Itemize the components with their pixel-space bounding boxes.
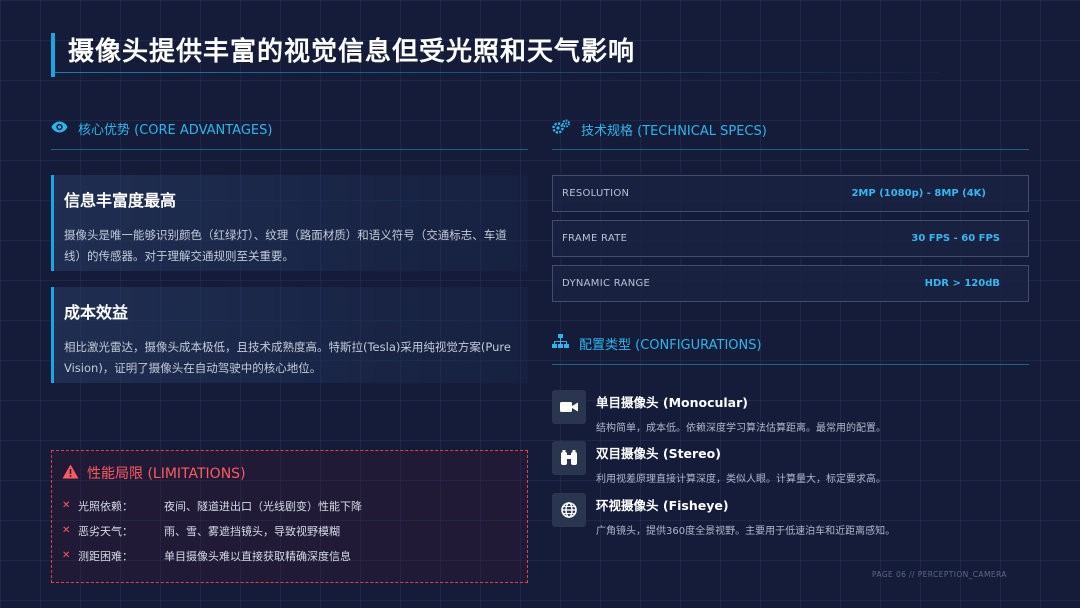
config-title: 环视摄像头 (Fisheye) <box>596 498 729 513</box>
limitations-box: 性能局限 (LIMITATIONS) ✕ 光照依赖： 夜间、隧道进出口（光线剧变… <box>51 450 528 583</box>
spec-value: HDR > 120dB <box>924 278 1000 289</box>
sitemap-icon <box>552 334 569 353</box>
title-divider <box>51 72 941 73</box>
configurations-heading: 配置类型 (CONFIGURATIONS) <box>579 338 762 353</box>
advantages-divider <box>51 149 528 150</box>
page-footer: PAGE 06 // PERCEPTION_CAMERA <box>872 570 1007 579</box>
limitation-item: ✕ 测距困难： 单目摄像头难以直接获取精确深度信息 <box>62 543 517 568</box>
binoculars-icon <box>552 441 586 475</box>
advantage-card-title: 成本效益 <box>64 303 129 322</box>
limitation-item: ✕ 光照依赖： 夜间、隧道进出口（光线剧变）性能下降 <box>62 493 517 518</box>
spec-value: 2MP (1080p) - 8MP (4K) <box>851 188 986 199</box>
gears-icon <box>552 119 571 139</box>
advantage-card-title: 信息丰富度最高 <box>64 191 177 210</box>
limitations-header: 性能局限 (LIMITATIONS) <box>62 463 517 483</box>
spec-label: RESOLUTION <box>562 188 630 199</box>
specs-divider <box>552 149 1029 150</box>
limitations-heading: 性能局限 (LIMITATIONS) <box>87 466 246 482</box>
title-accent-bar <box>51 33 55 77</box>
specs-header: 技术规格 (TECHNICAL SPECS) <box>552 119 767 139</box>
advantages-heading: 核心优势 (CORE ADVANTAGES) <box>78 123 273 138</box>
limitation-label: 恶劣天气： <box>78 524 133 538</box>
warning-icon <box>62 464 79 483</box>
spec-row-frame-rate: FRAME RATE 30 FPS - 60 FPS <box>552 220 1029 257</box>
advantages-header: 核心优势 (CORE ADVANTAGES) <box>51 119 272 138</box>
limitation-value: 雨、雪、雾遮挡镜头，导致视野模糊 <box>164 524 340 538</box>
spec-row-dynamic-range: DYNAMIC RANGE HDR > 120dB <box>552 265 1029 302</box>
eye-icon <box>51 121 68 137</box>
config-desc: 利用视差原理直接计算深度，类似人眼。计算量大，标定要求高。 <box>596 474 886 485</box>
spec-row-resolution: RESOLUTION 2MP (1080p) - 8MP (4K) <box>552 175 1029 212</box>
page-title: 摄像头提供丰富的视觉信息但受光照和天气影响 <box>68 37 636 67</box>
globe-icon <box>552 493 586 527</box>
config-title: 双目摄像头 (Stereo) <box>596 446 721 461</box>
video-camera-icon <box>552 390 586 424</box>
cross-icon: ✕ <box>62 525 71 536</box>
config-desc: 广角镜头，提供360度全景视野。主要用于低速泊车和近距离感知。 <box>596 526 896 537</box>
configurations-divider <box>552 364 1029 365</box>
configurations-header: 配置类型 (CONFIGURATIONS) <box>552 334 762 353</box>
advantage-card-text: 相比激光雷达，摄像头成本极低，且技术成熟度高。特斯拉(Tesla)采用纯视觉方案… <box>64 340 511 375</box>
spec-label: FRAME RATE <box>562 233 628 244</box>
spec-label: DYNAMIC RANGE <box>562 278 651 289</box>
limitation-item: ✕ 恶劣天气： 雨、雪、雾遮挡镜头，导致视野模糊 <box>62 518 517 543</box>
limitation-value: 单目摄像头难以直接获取精确深度信息 <box>164 549 351 563</box>
specs-heading: 技术规格 (TECHNICAL SPECS) <box>581 123 767 139</box>
advantage-card-cost: 成本效益 相比激光雷达，摄像头成本极低，且技术成熟度高。特斯拉(Tesla)采用… <box>51 287 528 383</box>
spec-value: 30 FPS - 60 FPS <box>911 233 1000 244</box>
config-desc: 结构简单，成本低。依赖深度学习算法估算距离。最常用的配置。 <box>596 423 886 434</box>
cross-icon: ✕ <box>62 550 71 561</box>
advantage-card-info: 信息丰富度最高 摄像头是唯一能够识别颜色（红绿灯）、纹理（路面材质）和语义符号（… <box>51 175 528 271</box>
limitation-value: 夜间、隧道进出口（光线剧变）性能下降 <box>164 499 362 513</box>
cross-icon: ✕ <box>62 500 71 511</box>
limitation-label: 测距困难： <box>78 549 133 563</box>
config-title: 单目摄像头 (Monocular) <box>596 395 748 410</box>
limitation-label: 光照依赖： <box>78 499 133 513</box>
advantage-card-text: 摄像头是唯一能够识别颜色（红绿灯）、纹理（路面材质）和语义符号（交通标志、车道线… <box>64 228 507 263</box>
